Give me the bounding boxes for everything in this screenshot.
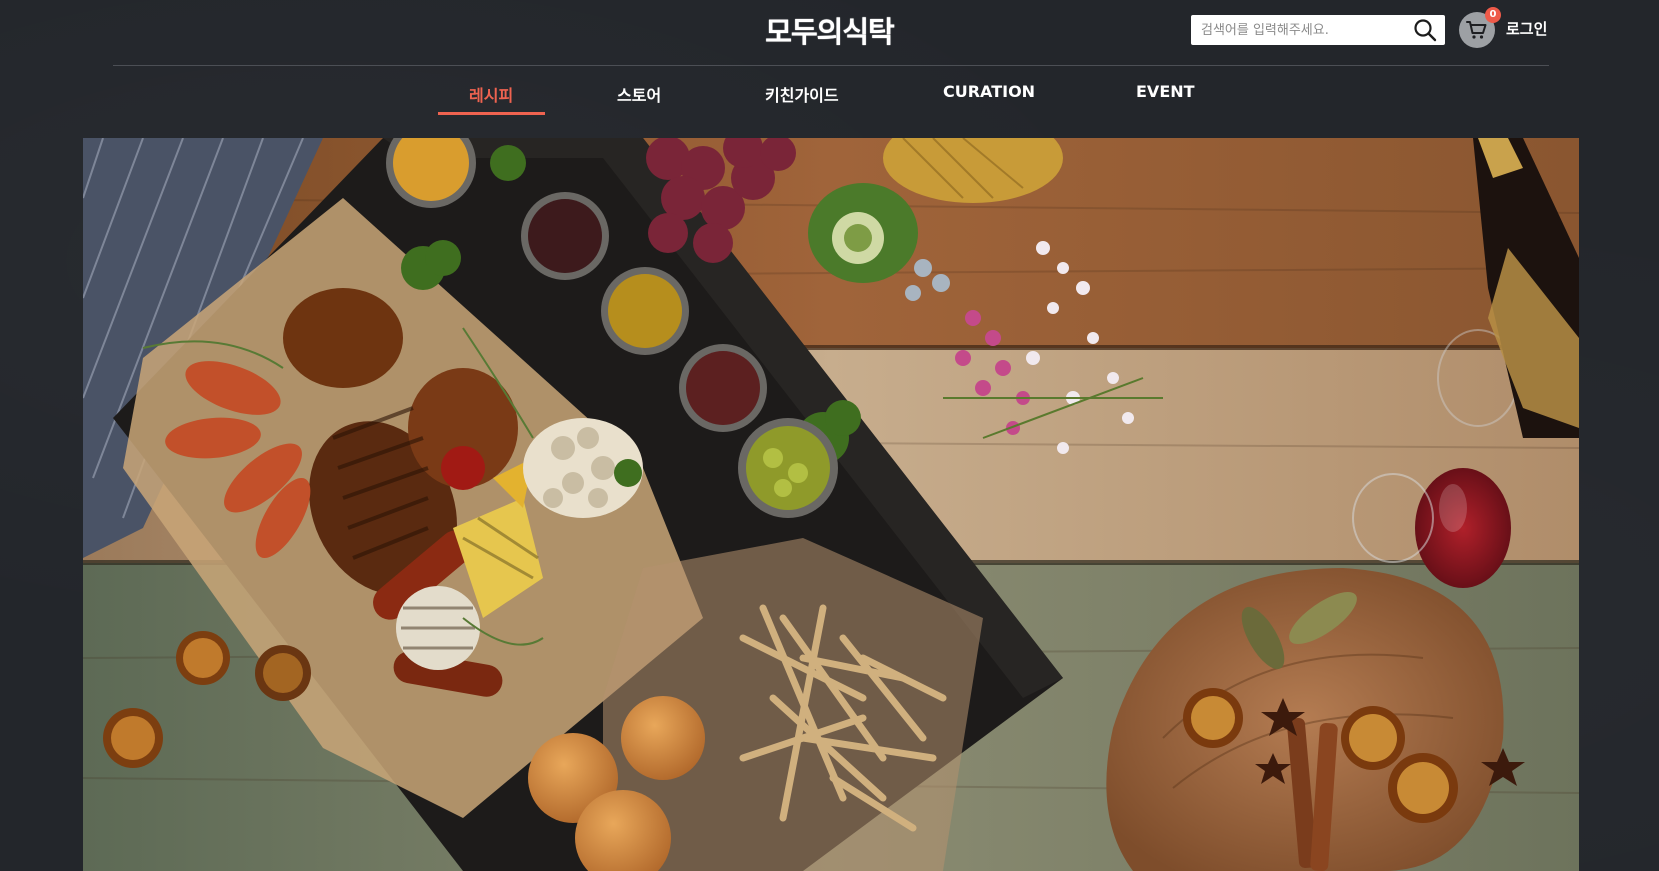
- login-link[interactable]: 로그인: [1506, 18, 1547, 39]
- nav-item-kitchen-guide[interactable]: 키친가이드: [765, 82, 839, 106]
- cart-count-badge: 0: [1485, 7, 1501, 23]
- hero-illustration: [83, 138, 1579, 871]
- search-box: [1191, 15, 1445, 45]
- cart-button[interactable]: 0: [1459, 7, 1501, 48]
- nav-item-recipe[interactable]: 레시피: [469, 82, 513, 106]
- search-input[interactable]: [1201, 15, 1401, 45]
- hero-food-photo[interactable]: [83, 138, 1579, 871]
- cart-icon: [1466, 21, 1487, 39]
- nav-item-store[interactable]: 스토어: [617, 82, 661, 106]
- search-icon[interactable]: [1413, 18, 1437, 42]
- main-nav: 레시피 스토어 키친가이드 CURATION EVENT: [0, 66, 1659, 118]
- nav-active-indicator: [438, 112, 545, 115]
- nav-item-event[interactable]: EVENT: [1136, 82, 1195, 101]
- nav-item-curation[interactable]: CURATION: [943, 82, 1035, 101]
- site-header: 모두의식탁 0 로그인 레시피 스토어 키친가이드 CURATION EVENT: [0, 0, 1659, 132]
